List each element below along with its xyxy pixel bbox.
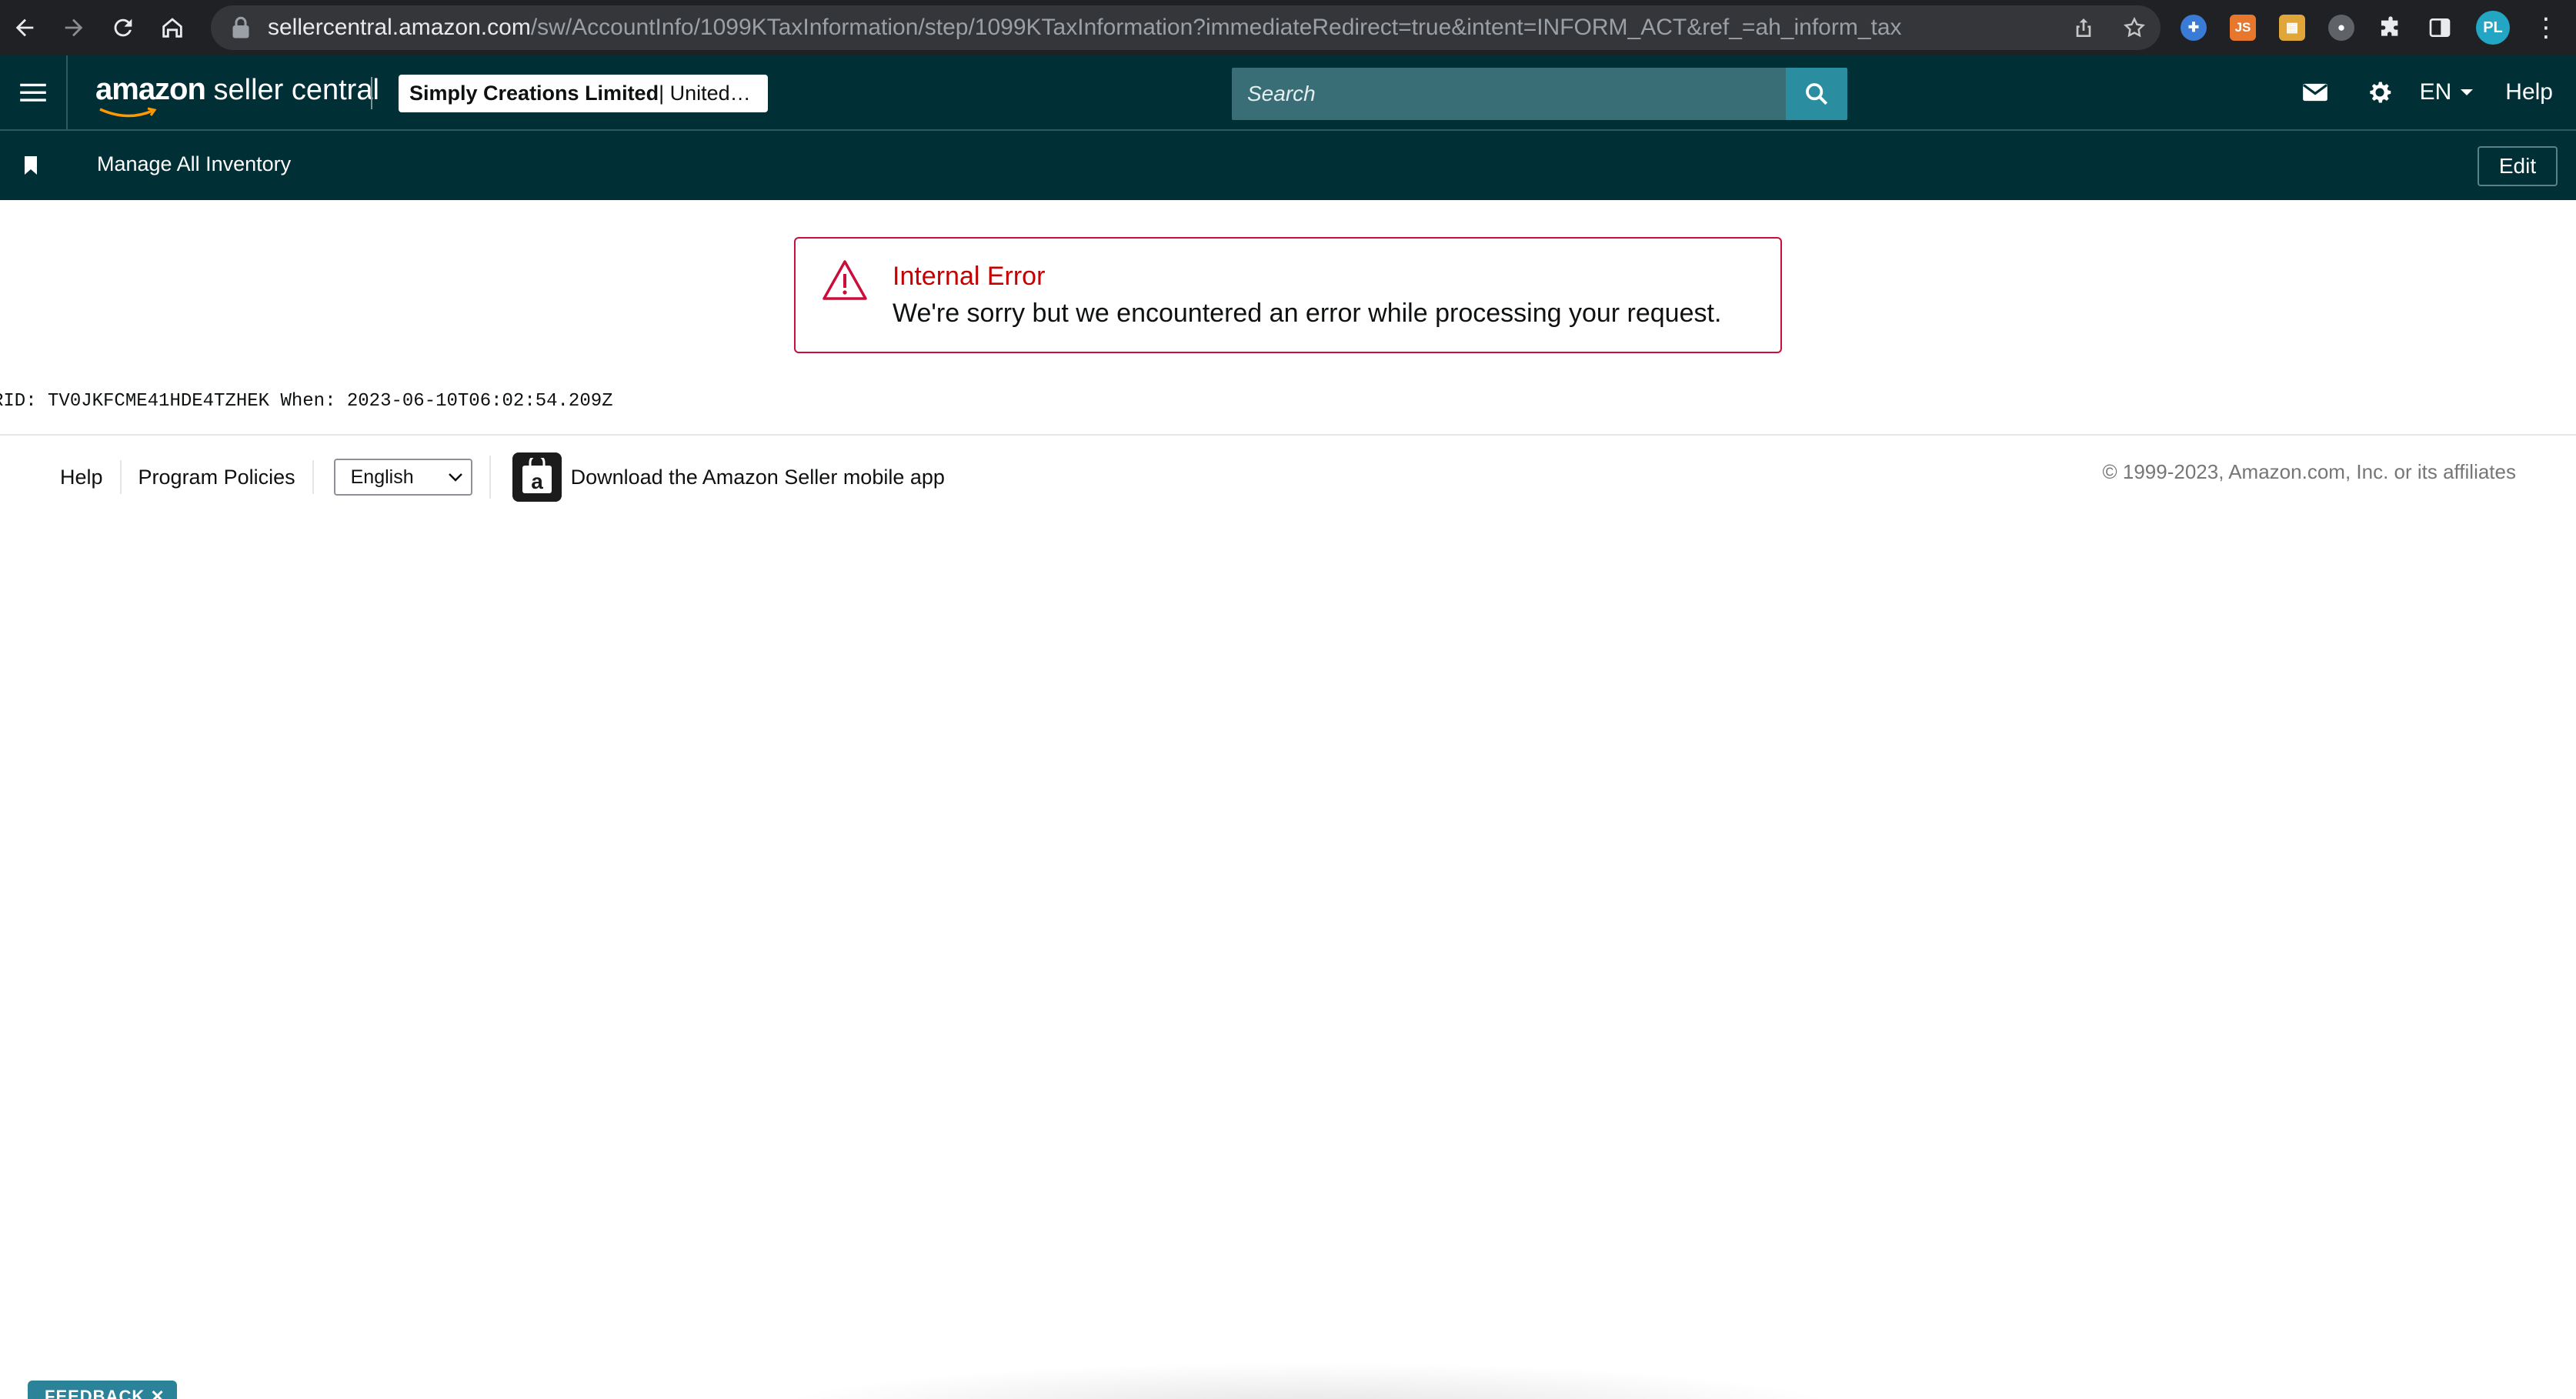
svg-text:a: a: [531, 469, 543, 493]
extension-blue-icon[interactable]: ✚: [2181, 15, 2207, 41]
download-app-link[interactable]: a Download the Amazon Seller mobile app: [491, 452, 945, 502]
profile-avatar[interactable]: PL: [2476, 11, 2510, 45]
arrow-left-icon: [15, 18, 34, 37]
url-path: /sw/AccountInfo/1099KTaxInformation/step…: [530, 15, 1902, 40]
home-button[interactable]: [148, 0, 197, 55]
bookmark-icon[interactable]: [23, 155, 38, 175]
puzzle-icon[interactable]: [2377, 15, 2404, 41]
search-input[interactable]: [1247, 82, 1786, 106]
back-button[interactable]: [0, 0, 49, 55]
search-button[interactable]: [1786, 68, 1847, 120]
caret-down-icon: [2461, 89, 2474, 95]
header-help-link[interactable]: Help: [2493, 79, 2576, 105]
language-select[interactable]: English: [333, 459, 472, 496]
share-icon[interactable]: [2071, 15, 2096, 40]
gear-icon: [2369, 82, 2391, 103]
language-select-value: English: [350, 466, 414, 488]
forward-button[interactable]: [49, 0, 98, 55]
browser-menu-icon[interactable]: ⋮: [2533, 15, 2559, 41]
reload-button[interactable]: [98, 0, 148, 55]
amazon-smile-icon: [99, 107, 157, 118]
feedback-tab[interactable]: FEEDBACK ✕: [28, 1381, 177, 1399]
store-picker[interactable]: Simply Creations Limited | United…: [399, 75, 768, 112]
amazon-seller-central-logo[interactable]: amazon seller central: [95, 72, 379, 118]
chevron-down-icon: [448, 473, 462, 482]
store-name: Simply Creations Limited: [409, 82, 659, 105]
bottom-shadow: [769, 1362, 1847, 1399]
url-text: sellercentral.amazon.com/sw/AccountInfo/…: [268, 15, 1902, 41]
logo-divider: [371, 77, 372, 109]
bookmark-manage-all-inventory[interactable]: Manage All Inventory: [97, 152, 291, 176]
url-host: sellercentral.amazon.com: [268, 15, 531, 40]
side-panel-icon[interactable]: [2427, 15, 2453, 41]
program-policies-link[interactable]: Program Policies: [122, 460, 314, 494]
warning-icon: [823, 260, 867, 300]
download-app-label: Download the Amazon Seller mobile app: [570, 465, 945, 489]
extension-grey-icon[interactable]: ●: [2328, 15, 2354, 41]
search-box[interactable]: [1232, 68, 1786, 120]
hamburger-menu-button[interactable]: [0, 55, 68, 129]
arrow-right-icon: [65, 18, 83, 37]
language-label: EN: [2419, 79, 2452, 105]
browser-toolbar: sellercentral.amazon.com/sw/AccountInfo/…: [0, 0, 2576, 55]
seller-central-header: amazon seller central Simply Creations L…: [0, 55, 2576, 131]
hamburger-icon: [20, 83, 46, 102]
home-icon: [162, 18, 182, 38]
settings-button[interactable]: [2347, 55, 2412, 129]
bookmark-star-icon[interactable]: [2122, 15, 2147, 40]
address-bar[interactable]: sellercentral.amazon.com/sw/AccountInfo/…: [211, 5, 2161, 50]
footer-help-link[interactable]: Help: [43, 460, 122, 494]
reload-icon: [114, 18, 132, 37]
language-menu[interactable]: EN: [2412, 79, 2494, 105]
error-message: We're sorry but we encountered an error …: [893, 299, 1722, 328]
logo-product: seller central: [205, 74, 379, 106]
footer-language-wrap: English: [314, 456, 491, 499]
error-alert: Internal Error We're sorry but we encoun…: [794, 237, 1782, 353]
footer-divider: [0, 434, 2576, 436]
lock-icon: [232, 16, 249, 38]
messages-button[interactable]: [2283, 55, 2347, 129]
footer-links: Help Program Policies English a Download…: [43, 452, 945, 502]
js-extension-icon[interactable]: JS: [2230, 15, 2256, 41]
logo-brand: amazon: [95, 72, 206, 106]
amazon-app-icon: a: [512, 452, 562, 502]
request-id-line: RID: TV0JKFCME41HDE4TZHEK When: 2023-06-…: [0, 391, 613, 412]
mail-icon: [2302, 83, 2327, 102]
edit-bookmarks-button[interactable]: Edit: [2478, 146, 2558, 186]
store-region: | United…: [659, 82, 751, 105]
extension-yellow-icon[interactable]: ▦: [2279, 15, 2305, 41]
search-icon: [1806, 83, 1828, 105]
copyright-text: © 1999-2023, Amazon.com, Inc. or its aff…: [2102, 460, 2516, 483]
error-title: Internal Error: [893, 262, 1046, 291]
bookmark-bar: Manage All Inventory Edit: [0, 131, 2576, 200]
